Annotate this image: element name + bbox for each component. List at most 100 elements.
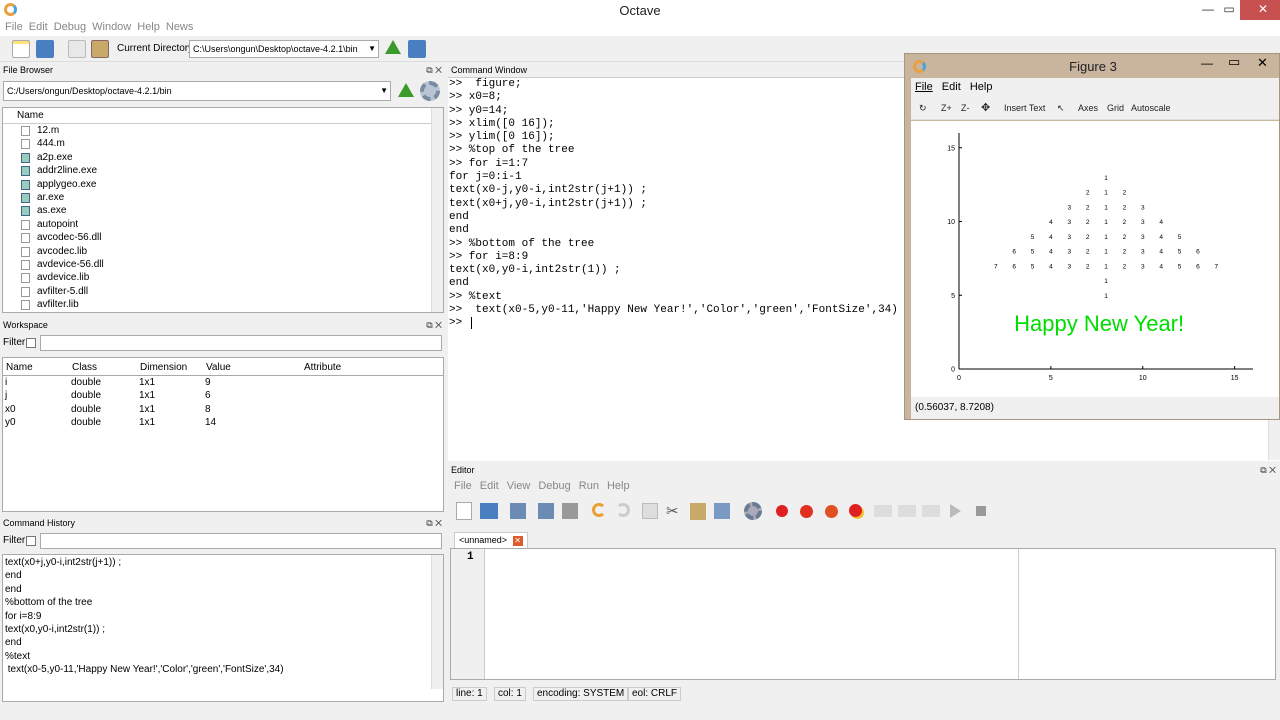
continue-icon[interactable]: [950, 504, 961, 518]
paste-icon[interactable]: [91, 40, 109, 58]
figure-menu-help[interactable]: Help: [970, 81, 993, 93]
workspace-header[interactable]: Name Class Dimension Value Attribute: [3, 358, 443, 376]
file-item[interactable]: addr2line.exe: [3, 164, 443, 177]
column-attribute[interactable]: Attribute: [304, 360, 341, 375]
find-icon[interactable]: [714, 503, 730, 519]
redo-icon[interactable]: [616, 503, 630, 517]
scrollbar[interactable]: [431, 108, 443, 312]
table-row[interactable]: x0 double 1x1 8: [3, 403, 443, 416]
rotate-icon[interactable]: ↻: [919, 103, 927, 114]
filter-input[interactable]: [40, 533, 442, 549]
editor-menu-view[interactable]: View: [507, 480, 531, 492]
file-item[interactable]: avdevice-56.dll: [3, 258, 443, 271]
remove-breakpoints-icon[interactable]: [849, 504, 862, 517]
figure-maximize-button[interactable]: ▭: [1228, 54, 1240, 70]
pan-icon[interactable]: ✥: [981, 101, 990, 114]
save-as-icon[interactable]: [538, 503, 554, 519]
editor-menu-file[interactable]: File: [454, 480, 472, 492]
scrollbar[interactable]: [431, 555, 443, 689]
file-item[interactable]: 12.m: [3, 124, 443, 137]
editor-menu-help[interactable]: Help: [607, 480, 630, 492]
cut-icon[interactable]: ✂: [666, 502, 679, 520]
grid-button[interactable]: Grid: [1107, 103, 1124, 113]
figure-canvas[interactable]: 0 5 10 15 0 5 10 15 1 1 2 2 1 2 2 3 3 1 2 2 3 3 4 4 1 2 2 3 3 4 4 5 5 1 2 2…: [911, 121, 1279, 397]
open-icon[interactable]: [480, 503, 498, 519]
print-icon[interactable]: [562, 503, 578, 519]
menu-edit[interactable]: Edit: [29, 20, 48, 35]
filter-checkbox[interactable]: [26, 338, 36, 348]
file-item[interactable]: avfilter.lib: [3, 298, 443, 311]
editor-menu-run[interactable]: Run: [579, 480, 599, 492]
figure-menu-file[interactable]: File: [915, 81, 933, 93]
paste-icon[interactable]: [690, 503, 706, 520]
axes-button[interactable]: Axes: [1078, 103, 1098, 113]
step-out-icon[interactable]: [922, 505, 940, 517]
file-item[interactable]: autopoint: [3, 218, 443, 231]
gear-icon[interactable]: [420, 81, 440, 101]
menu-help[interactable]: Help: [137, 20, 160, 35]
history-item[interactable]: end: [3, 569, 443, 582]
file-item[interactable]: a2p.exe: [3, 151, 443, 164]
open-folder-icon[interactable]: [36, 40, 54, 58]
insert-text-button[interactable]: Insert Text: [1004, 103, 1045, 113]
history-item[interactable]: %bottom of the tree: [3, 596, 443, 609]
dock-controls-icon[interactable]: ⧉ ✕: [426, 516, 442, 531]
filter-checkbox[interactable]: [26, 536, 36, 546]
history-item[interactable]: text(x0+j,y0-i,int2str(j+1)) ;: [3, 556, 443, 569]
file-item[interactable]: 444.m: [3, 137, 443, 150]
table-row[interactable]: i double 1x1 9: [3, 376, 443, 389]
file-item[interactable]: avdevice.lib: [3, 271, 443, 284]
column-value[interactable]: Value: [206, 360, 231, 375]
menu-window[interactable]: Window: [92, 20, 131, 35]
undo-icon[interactable]: [592, 503, 606, 517]
editor-text-area[interactable]: 1: [450, 548, 1276, 680]
zoom-out-button[interactable]: Z-: [961, 103, 970, 113]
breakpoint-icon[interactable]: [776, 505, 788, 517]
autoscale-button[interactable]: Autoscale: [1131, 103, 1171, 113]
column-class[interactable]: Class: [72, 360, 97, 375]
menu-debug[interactable]: Debug: [54, 20, 86, 35]
column-dimension[interactable]: Dimension: [140, 360, 187, 375]
step-icon[interactable]: [874, 505, 892, 517]
table-row[interactable]: j double 1x1 6: [3, 389, 443, 402]
filter-input[interactable]: [40, 335, 442, 351]
new-script-icon[interactable]: [12, 40, 30, 58]
figure-close-button[interactable]: ✕: [1257, 55, 1268, 71]
file-item[interactable]: avcodec-56.dll: [3, 231, 443, 244]
up-directory-icon[interactable]: [385, 40, 401, 54]
up-directory-icon[interactable]: [398, 83, 414, 97]
dock-controls-icon[interactable]: ⧉ ✕: [426, 63, 442, 78]
menu-news[interactable]: News: [166, 20, 194, 35]
history-item[interactable]: end: [3, 636, 443, 649]
browse-folder-icon[interactable]: [408, 40, 426, 58]
next-breakpoint-icon[interactable]: [800, 505, 813, 518]
column-name-header[interactable]: Name: [17, 110, 44, 121]
run-settings-gear-icon[interactable]: [744, 502, 762, 520]
chevron-down-icon[interactable]: ▼: [368, 41, 376, 57]
file-item[interactable]: as.exe: [3, 204, 443, 217]
editor-menu-edit[interactable]: Edit: [480, 480, 499, 492]
figure-menu-edit[interactable]: Edit: [942, 81, 961, 93]
history-item[interactable]: end: [3, 583, 443, 596]
new-file-icon[interactable]: [456, 502, 472, 520]
copy-icon[interactable]: [642, 503, 658, 519]
save-icon[interactable]: [510, 503, 526, 519]
close-tab-icon[interactable]: ✕: [512, 536, 523, 546]
history-item[interactable]: %text: [3, 650, 443, 663]
column-name[interactable]: Name: [6, 360, 33, 375]
file-item[interactable]: ar.exe: [3, 191, 443, 204]
dock-controls-icon[interactable]: ⧉ ✕: [426, 318, 442, 333]
previous-breakpoint-icon[interactable]: [825, 505, 838, 518]
stop-icon[interactable]: [976, 506, 986, 516]
file-item[interactable]: applygeo.exe: [3, 178, 443, 191]
history-item[interactable]: for i=8:9: [3, 610, 443, 623]
dock-controls-icon[interactable]: ⧉ ✕: [1260, 463, 1276, 478]
file-browser-path-input[interactable]: C:/Users/ongun/Desktop/octave-4.2.1/bin ▼: [3, 81, 391, 101]
editor-menu-debug[interactable]: Debug: [538, 480, 570, 492]
table-row[interactable]: y0 double 1x1 14: [3, 416, 443, 429]
menu-file[interactable]: File: [5, 20, 23, 35]
chevron-down-icon[interactable]: ▼: [380, 82, 388, 100]
select-pointer-icon[interactable]: ↖: [1057, 103, 1065, 114]
close-button[interactable]: ✕: [1240, 0, 1280, 20]
figure-minimize-button[interactable]: —: [1201, 56, 1213, 70]
